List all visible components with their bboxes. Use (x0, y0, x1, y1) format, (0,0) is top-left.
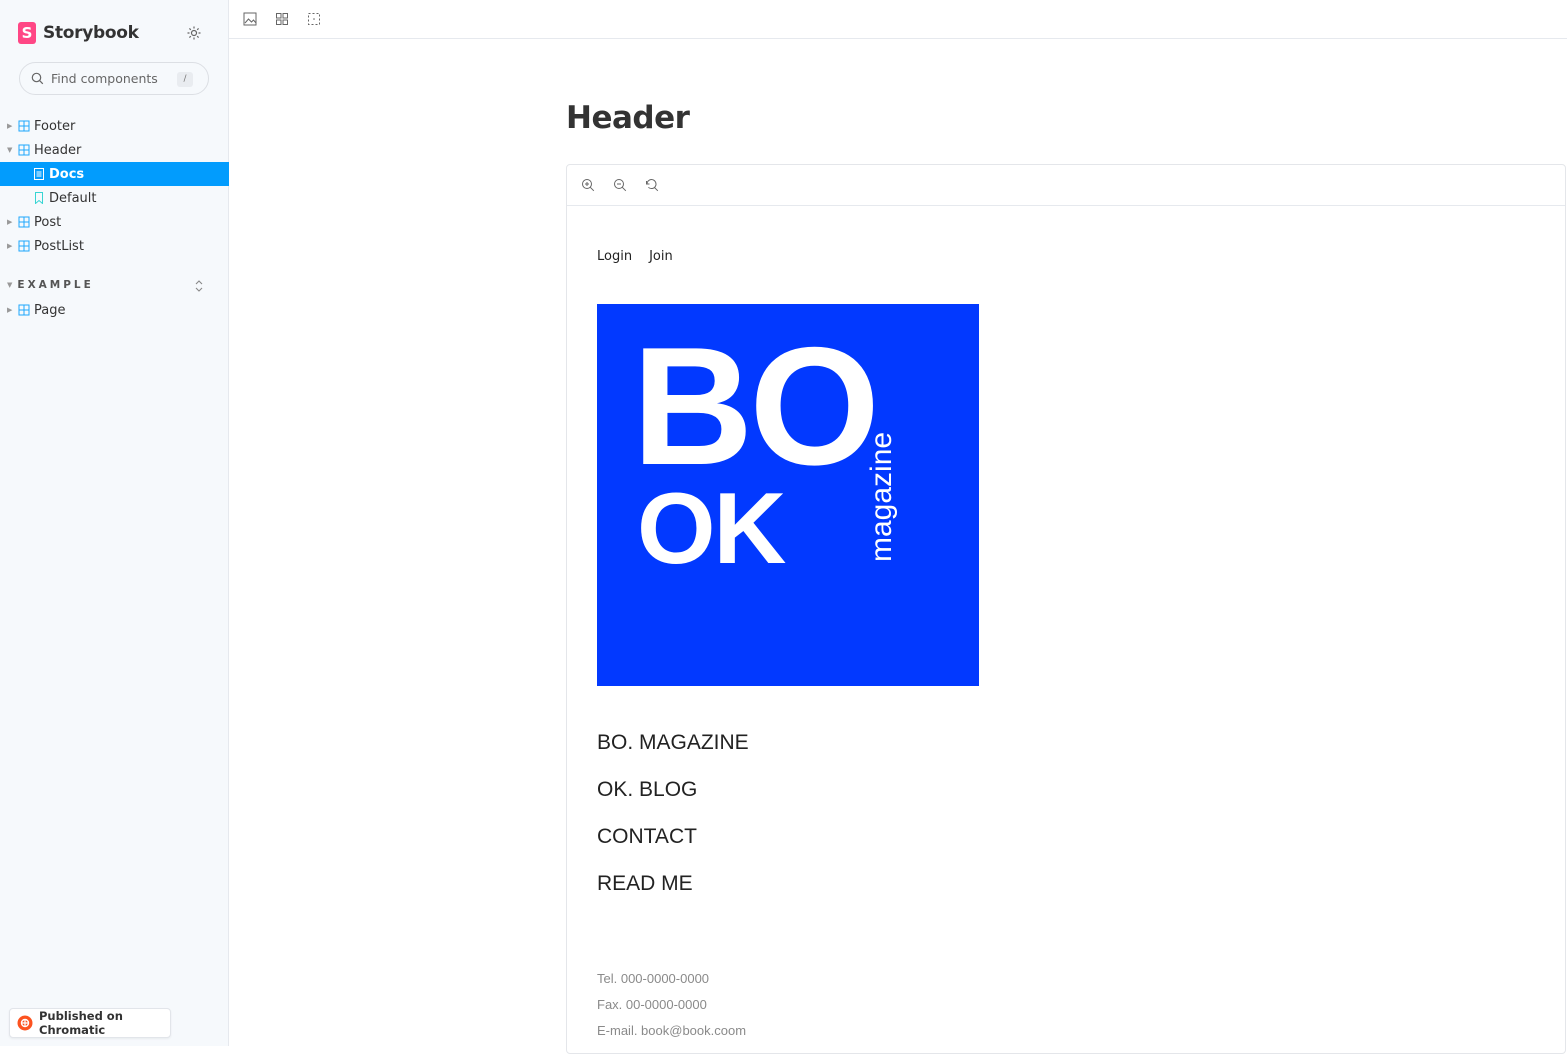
sidebar-item-page[interactable]: ▶ Page (0, 298, 229, 322)
sidebar-item-header[interactable]: ▼ Header (0, 138, 229, 162)
menu-item-readme[interactable]: READ ME (597, 867, 749, 914)
search-box[interactable]: / (19, 62, 209, 95)
menu-item-blog[interactable]: OK. BLOG (597, 773, 749, 820)
chevron-right-icon: ▶ (7, 122, 13, 130)
component-icon (18, 120, 30, 132)
section-title: EXAMPLE (17, 279, 94, 291)
sidebar: S Storybook / ▶ Footer ▼ Header Docs Def… (0, 0, 229, 1046)
logo-text-ok: OK (637, 473, 786, 585)
sidebar-item-postlist[interactable]: ▶ PostList (0, 234, 229, 258)
chevron-right-icon: ▶ (7, 218, 13, 226)
chevron-down-icon: ▼ (7, 281, 13, 289)
contact-fax: Fax. 00-0000-0000 (597, 997, 707, 1012)
search-icon (31, 72, 45, 86)
story-canvas: Login Join BO OK magazine BO. MAGAZINE OK… (566, 164, 1566, 1054)
sidebar-item-footer[interactable]: ▶ Footer (0, 114, 229, 138)
zoom-reset-icon[interactable] (644, 177, 660, 193)
main-menu: BO. MAGAZINE OK. BLOG CONTACT READ ME (597, 726, 749, 914)
brand-name: Storybook (43, 23, 139, 43)
sidebar-item-header-default[interactable]: Default (0, 186, 229, 210)
zoom-in-icon[interactable] (580, 177, 596, 193)
chevron-right-icon: ▶ (7, 306, 13, 314)
sidebar-item-label: Header (34, 142, 82, 158)
menu-item-contact[interactable]: CONTACT (597, 820, 749, 867)
sidebar-item-label: Page (34, 302, 66, 318)
component-icon (18, 240, 30, 252)
brand[interactable]: S Storybook (18, 21, 139, 45)
menu-item-magazine[interactable]: BO. MAGAZINE (597, 726, 749, 773)
search-input[interactable] (51, 71, 171, 86)
preview-toolbar (229, 0, 1567, 39)
component-icon (18, 216, 30, 228)
logo-text-magazine: magazine (865, 431, 898, 562)
component-icon (18, 304, 30, 316)
published-on-chromatic-badge[interactable]: Published on Chromatic (9, 1008, 171, 1038)
component-tree: ▶ Footer ▼ Header Docs Default ▶ Post ▶ … (0, 114, 229, 258)
auth-links: Login Join (597, 249, 673, 264)
background-image-icon[interactable] (242, 11, 258, 27)
sidebar-item-header-docs[interactable]: Docs (0, 162, 229, 186)
logo-text-bo: BO (632, 312, 880, 500)
document-icon (34, 168, 45, 180)
login-link[interactable]: Login (597, 249, 632, 264)
storybook-logo-icon: S (18, 22, 36, 44)
expand-collapse-icon[interactable] (193, 278, 205, 292)
book-magazine-logo[interactable]: BO OK magazine (597, 304, 979, 686)
contact-tel: Tel. 000-0000-0000 (597, 971, 710, 986)
example-tree: ▶ Page (0, 298, 229, 322)
sidebar-item-label: Footer (34, 118, 76, 134)
chromatic-logo-icon (17, 1015, 33, 1031)
page-title: Header (566, 100, 690, 136)
settings-gear-icon[interactable] (185, 24, 203, 42)
section-header-example[interactable]: ▼ EXAMPLE (0, 276, 229, 294)
sidebar-item-label: Post (34, 214, 62, 230)
grid-icon[interactable] (274, 11, 290, 27)
sidebar-item-label: Docs (49, 166, 85, 182)
contact-email: E-mail. book@book.coom (597, 1023, 747, 1038)
canvas-toolbar (567, 165, 1565, 206)
sidebar-item-label: Default (49, 190, 97, 206)
contact-info: Tel. 000-0000-0000 Fax. 00-0000-0000 E-m… (597, 969, 746, 1047)
chevron-down-icon: ▼ (7, 146, 13, 154)
sidebar-item-label: PostList (34, 238, 84, 254)
outline-icon[interactable] (306, 11, 322, 27)
bookmark-icon (34, 192, 45, 204)
search-shortcut-key: / (177, 72, 193, 87)
sidebar-item-post[interactable]: ▶ Post (0, 210, 229, 234)
chromatic-badge-label: Published on Chromatic (39, 1009, 123, 1037)
join-link[interactable]: Join (649, 249, 673, 264)
component-icon (18, 144, 30, 156)
chevron-right-icon: ▶ (7, 242, 13, 250)
zoom-out-icon[interactable] (612, 177, 628, 193)
